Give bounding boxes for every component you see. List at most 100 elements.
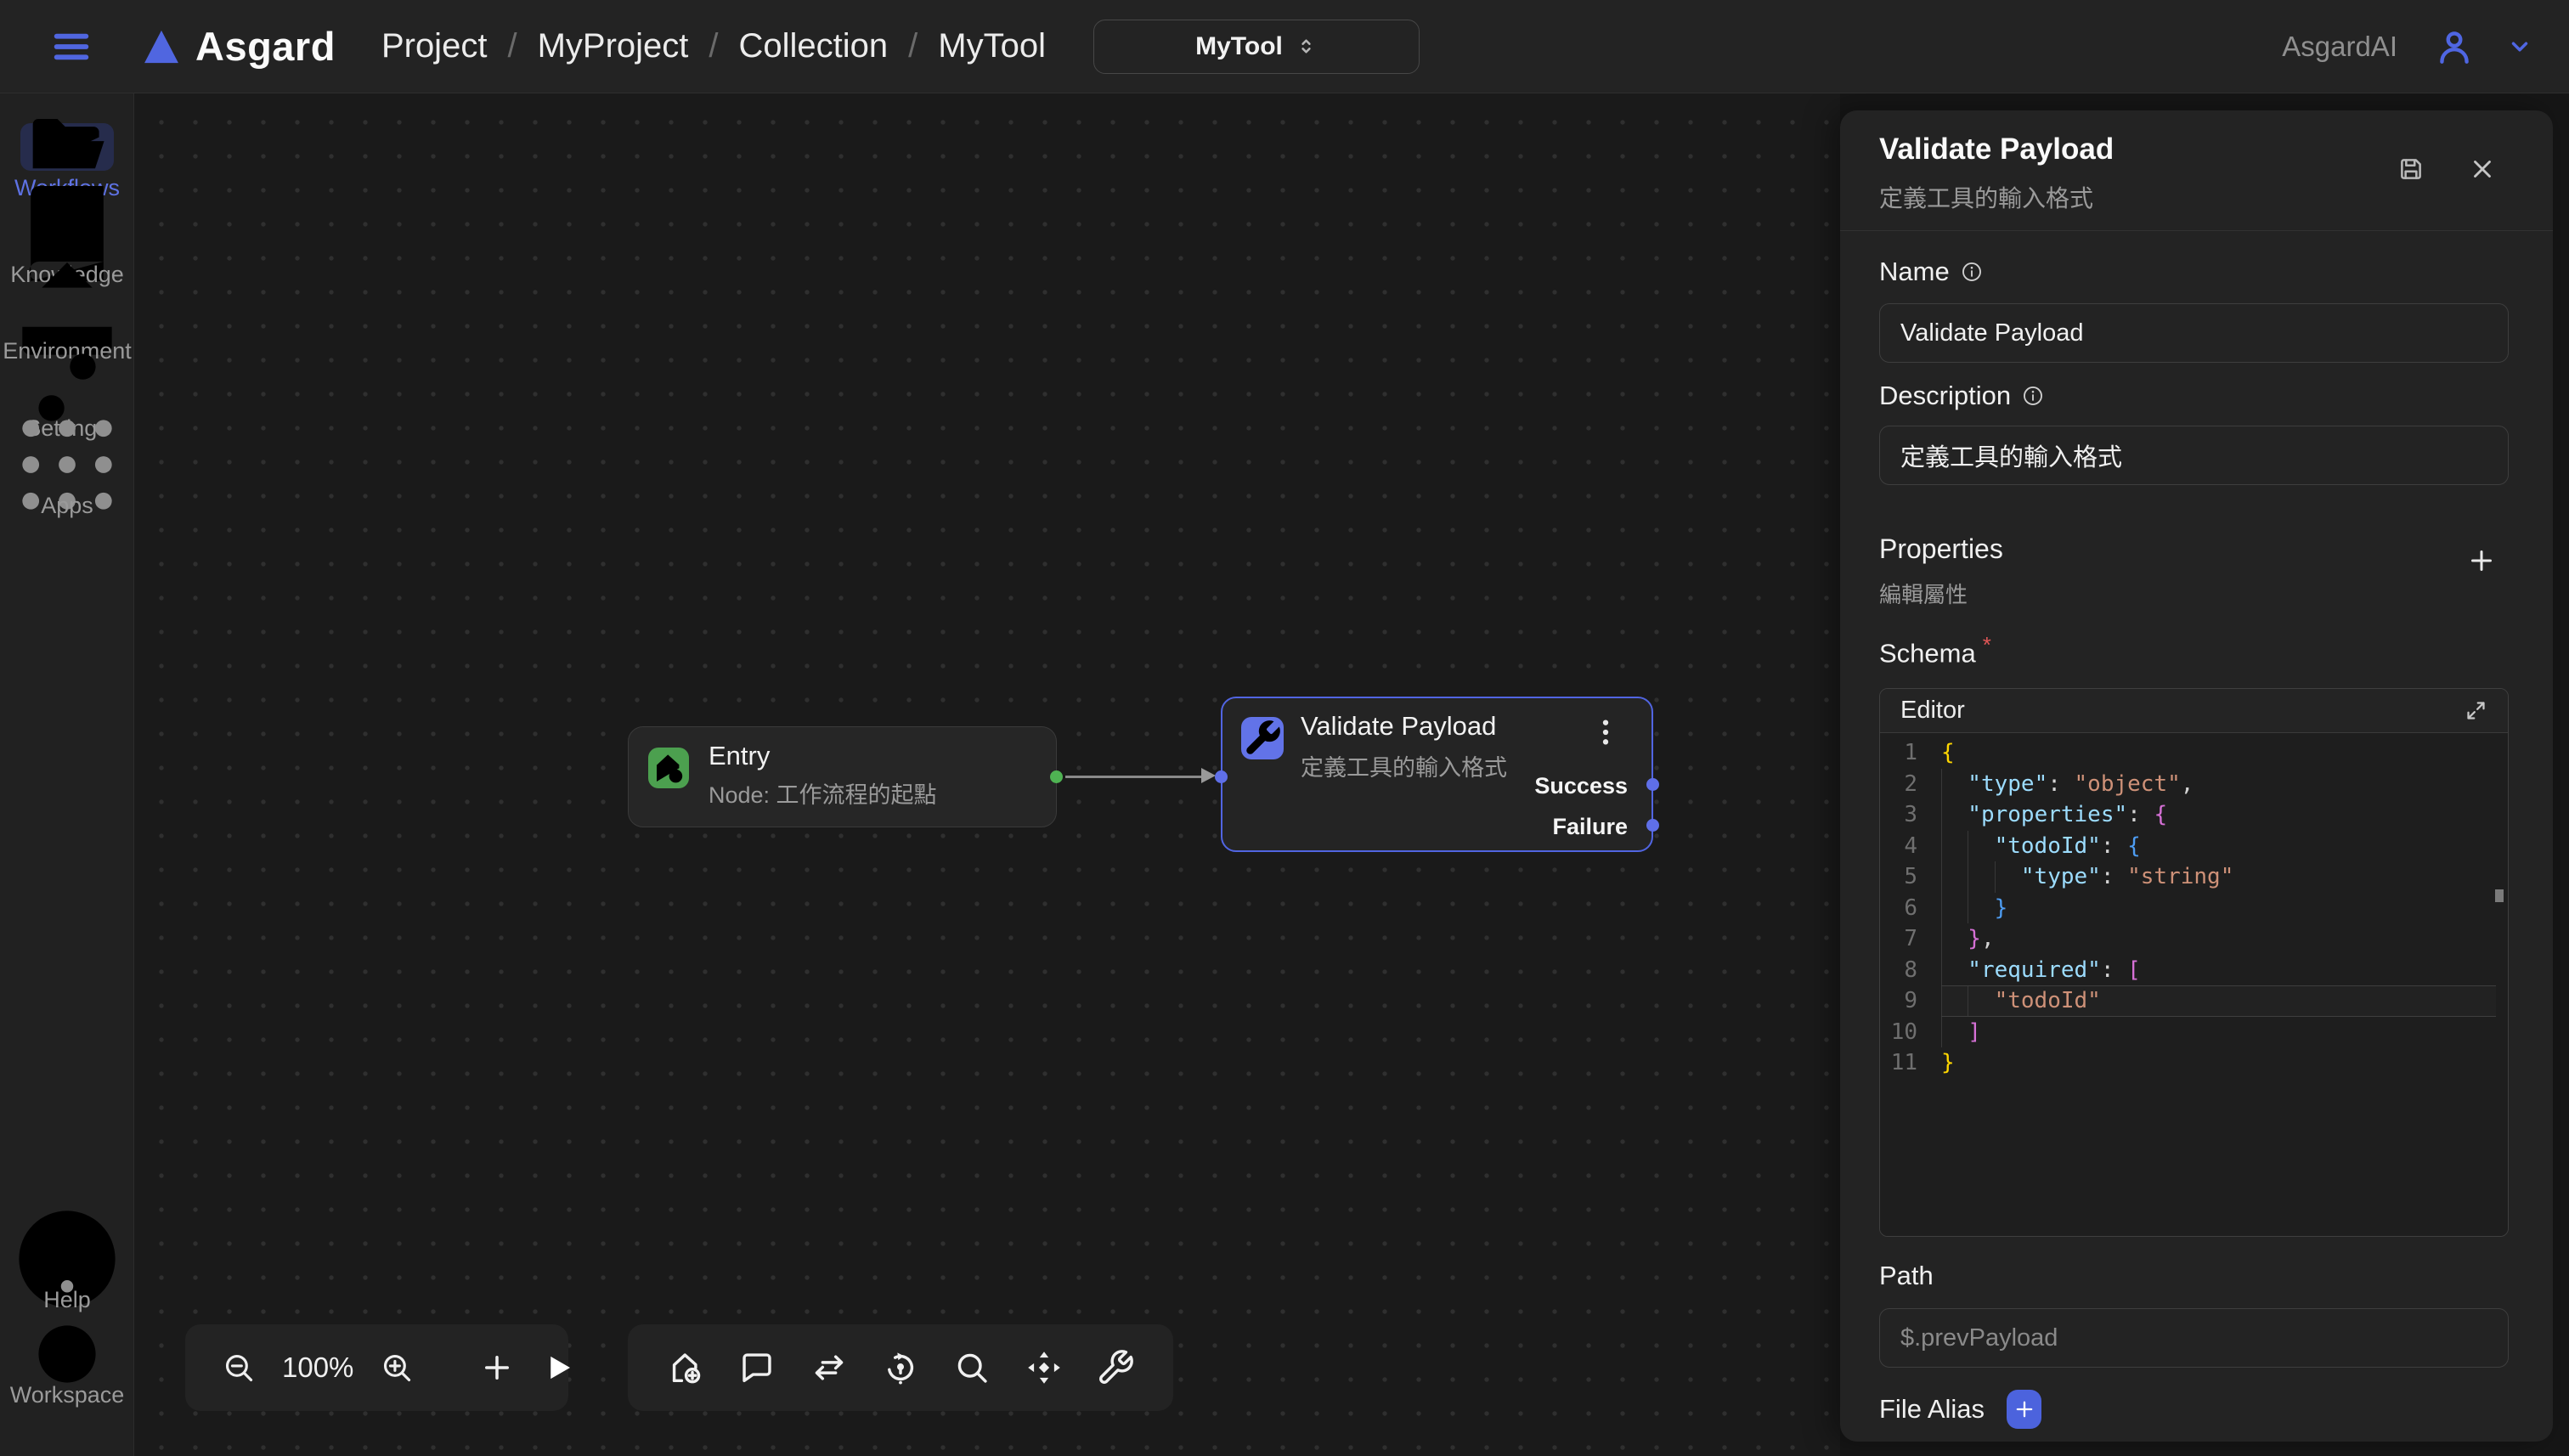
add-property-button[interactable]	[2466, 545, 2497, 576]
line-number: 2	[1880, 769, 1941, 800]
help-circle-icon	[0, 1235, 134, 1283]
output-label-success: Success	[1534, 773, 1628, 799]
expand-icon[interactable]	[2465, 699, 2487, 722]
code-token: ]	[1968, 1017, 1981, 1048]
node-entry[interactable]: Entry Node: 工作流程的起點	[628, 726, 1057, 827]
navbar-right: AsgardAI	[2282, 25, 2569, 68]
validate-input-port[interactable]	[1215, 770, 1228, 783]
code-token: }	[1968, 923, 1981, 955]
right-column: Validate Payload 定義工具的輸入格式 Name Descript…	[1840, 93, 2569, 1456]
indent-guide	[1941, 923, 1968, 955]
code-token: ,	[1981, 923, 1995, 955]
indent-guide	[1941, 831, 1968, 862]
code-token: :	[2127, 799, 2154, 831]
line-number: 8	[1880, 955, 1941, 986]
zoom-level: 100%	[282, 1352, 353, 1384]
schema-editor: Editor 1{2"type": "object",3"properties"…	[1879, 688, 2509, 1237]
line-content: "properties": {	[1941, 799, 2496, 831]
description-input[interactable]	[1879, 426, 2509, 485]
left-sidebar: WorkflowsKnowledgeEnvironmentSettingsApp…	[0, 93, 134, 1456]
line-content: },	[1941, 923, 2496, 955]
properties-subheading: 編輯屬性	[1879, 578, 1968, 609]
node-config-panel: Validate Payload 定義工具的輸入格式 Name Descript…	[1840, 110, 2553, 1442]
indent-guide	[1968, 986, 1994, 1016]
panel-divider	[1840, 230, 2553, 231]
house-plus-icon[interactable]	[666, 1348, 705, 1387]
line-number: 7	[1880, 923, 1941, 955]
code-token: :	[2047, 769, 2074, 800]
code-token: "todoId"	[1995, 986, 2101, 1016]
search-icon[interactable]	[952, 1348, 991, 1387]
sidebar-item-apps[interactable]: Apps	[0, 441, 134, 519]
node-subtitle: Node: 工作流程的起點	[709, 776, 937, 810]
code-token: "properties"	[1968, 799, 2127, 831]
wrench-icon[interactable]	[1096, 1348, 1135, 1387]
info-icon[interactable]	[2021, 384, 2045, 408]
code-token: "todoId"	[1995, 831, 2101, 862]
add-node-button[interactable]	[479, 1350, 515, 1385]
comment-icon[interactable]	[737, 1348, 776, 1387]
required-marker: *	[1983, 632, 1991, 657]
sidebar-item-workspace[interactable]: Workspace	[0, 1330, 134, 1408]
info-icon[interactable]	[1960, 260, 1984, 284]
edge-entry-to-validate	[1065, 776, 1206, 778]
brand-title: Asgard	[195, 23, 336, 70]
edge-arrowhead	[1201, 768, 1216, 783]
code-token: :	[2101, 955, 2127, 986]
chevron-down-icon[interactable]	[2504, 31, 2535, 62]
indent-guide	[1941, 1017, 1968, 1048]
user-label: AsgardAI	[2282, 31, 2397, 63]
code-line-9: 9"todoId"	[1880, 985, 2508, 1017]
indent-guide	[1941, 799, 1968, 831]
tool-select-dropdown[interactable]: MyTool	[1093, 20, 1420, 74]
line-number: 5	[1880, 861, 1941, 893]
editor-header: Editor	[1880, 689, 2508, 733]
name-input[interactable]	[1879, 303, 2509, 363]
code-token: }	[1995, 893, 2008, 924]
zoom-out-icon[interactable]	[221, 1350, 257, 1385]
run-workflow-button[interactable]	[540, 1350, 576, 1385]
breadcrumb-item-myproject[interactable]: MyProject	[538, 27, 689, 65]
line-content: "todoId": {	[1941, 831, 2496, 862]
breadcrumb-item-collection[interactable]: Collection	[739, 27, 889, 65]
close-icon[interactable]	[2468, 155, 2497, 183]
path-input[interactable]	[1879, 1308, 2509, 1368]
unfold-icon	[1295, 35, 1318, 58]
breadcrumb-separator: /	[507, 27, 517, 65]
node-validate-payload[interactable]: Validate Payload 定義工具的輸入格式 Success Failu…	[1221, 697, 1653, 852]
kebab-menu-icon[interactable]	[1589, 715, 1623, 749]
code-token: "required"	[1968, 955, 2101, 986]
breadcrumb-item-mytool[interactable]: MyTool	[938, 27, 1046, 65]
path-field-label: Path	[1879, 1261, 1934, 1291]
failure-output-port[interactable]	[1646, 819, 1659, 832]
file-alias-row: File Alias	[1879, 1390, 2041, 1429]
code-token: ,	[2181, 769, 2194, 800]
code-line-11: 11}	[1880, 1047, 2508, 1079]
code-line-8: 8"required": [	[1880, 955, 2508, 986]
save-icon[interactable]	[2397, 155, 2425, 183]
panel-title: Validate Payload	[1879, 133, 2114, 166]
move-diamond-icon[interactable]	[1025, 1348, 1064, 1387]
line-number: 10	[1880, 1017, 1941, 1048]
add-file-alias-button[interactable]	[2007, 1390, 2041, 1429]
code-area[interactable]: 1{2"type": "object",3"properties": {4"to…	[1880, 733, 2508, 1236]
code-line-5: 5"type": "string"	[1880, 861, 2508, 893]
breadcrumb-item-project[interactable]: Project	[381, 27, 488, 65]
person-icon[interactable]	[2433, 25, 2476, 68]
swap-arrows-icon[interactable]	[810, 1348, 849, 1387]
indent-guide	[1968, 893, 1994, 924]
hamburger-icon[interactable]	[49, 25, 93, 69]
indent-guide	[1941, 861, 1968, 893]
line-number: 4	[1880, 831, 1941, 862]
line-content: "todoId"	[1941, 985, 2496, 1017]
success-output-port[interactable]	[1646, 778, 1659, 791]
entry-output-port[interactable]	[1050, 770, 1063, 783]
rotate-pin-icon[interactable]	[881, 1348, 920, 1387]
indent-guide	[1995, 861, 2021, 893]
code-token: "type"	[1968, 769, 2047, 800]
breadcrumb-separator: /	[908, 27, 918, 65]
top-navbar: Asgard Project/MyProject/Collection/MyTo…	[0, 0, 2569, 93]
code-line-6: 6}	[1880, 893, 2508, 924]
editor-scrollbar-thumb[interactable]	[2495, 889, 2504, 902]
zoom-in-icon[interactable]	[379, 1350, 415, 1385]
